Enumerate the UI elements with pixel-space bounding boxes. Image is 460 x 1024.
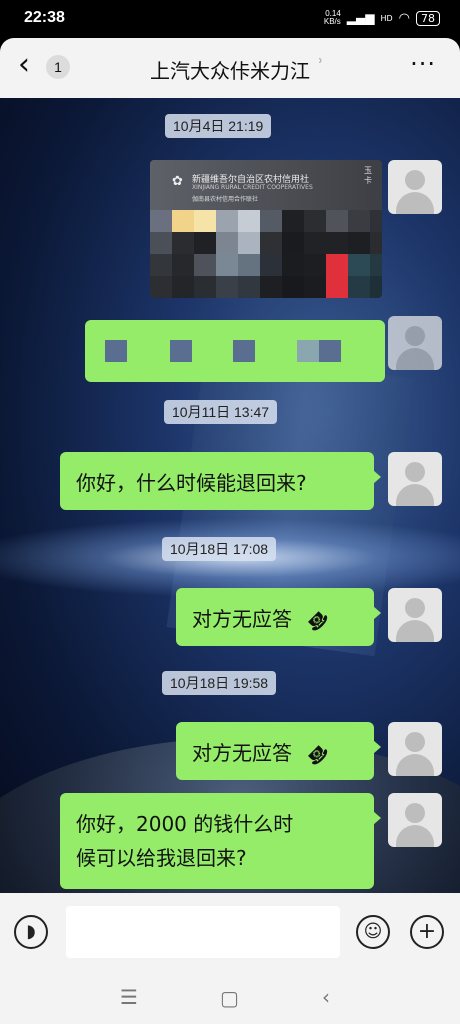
system-nav-bar: ☰ ▢ ‹: [0, 973, 460, 1024]
bank-logo-icon: ✿: [172, 174, 183, 189]
redaction-block: [233, 340, 255, 362]
redaction-block: [319, 340, 341, 362]
voice-icon[interactable]: ◗: [14, 915, 48, 949]
back-icon[interactable]: ‹: [322, 985, 330, 1009]
timestamp: 10月18日 17:08: [162, 537, 277, 561]
chat-header: ‹ 1 上汽大众佧米力江 ʾ ···: [0, 38, 460, 98]
message-text-line: 你好，2000 的钱什么时: [76, 812, 294, 836]
emoji-icon[interactable]: ☺: [356, 915, 390, 949]
timestamp: 10月11日 13:47: [164, 400, 278, 424]
redacted-message-bubble[interactable]: [85, 320, 385, 382]
timestamp: 10月18日 19:58: [162, 671, 277, 695]
card-side-text: 玉卡: [364, 166, 372, 185]
hd-label: HD: [380, 13, 393, 23]
card-bank-en: XINJIANG RURAL CREDIT COOPERATIVES: [192, 184, 313, 191]
call-status-text: 对方无应答: [192, 741, 292, 765]
message-text: 你好，什么时候能退回来?: [76, 471, 307, 495]
avatar[interactable]: [388, 160, 442, 214]
status-time: 22:38: [24, 9, 65, 26]
ear-icon: ʾ: [318, 56, 324, 77]
wifi-icon: ◠: [398, 10, 410, 26]
add-icon[interactable]: +: [410, 915, 444, 949]
status-bar: 22:38 0.14 KB/s ▂▄▆ HD ◠ 78: [0, 0, 460, 38]
avatar[interactable]: [388, 722, 442, 776]
message-text-line: 候可以给我退回来?: [76, 846, 247, 870]
redaction-block: [170, 340, 192, 362]
home-icon[interactable]: ▢: [220, 986, 239, 1010]
network-speed: 0.14 KB/s: [323, 9, 341, 26]
message-input[interactable]: [66, 906, 340, 958]
battery-indicator: 78: [416, 10, 440, 26]
card-branch: 伽南县农村信用合作联社: [192, 196, 259, 203]
message-bubble[interactable]: 你好，什么时候能退回来?: [60, 452, 381, 510]
input-bar: ◗ ☺ +: [0, 893, 460, 973]
bank-card-image[interactable]: ✿ 新疆维吾尔自治区农村信用社 XINJIANG RURAL CREDIT CO…: [150, 160, 382, 298]
phone-hangup-icon: ☎: [302, 739, 333, 770]
avatar[interactable]: [388, 588, 442, 642]
more-dots-icon[interactable]: ···: [410, 50, 436, 78]
phone-hangup-icon: ☎: [302, 605, 333, 636]
call-status-text: 对方无应答: [192, 607, 292, 631]
signal-icon: ▂▄▆: [346, 11, 375, 25]
chat-title: 上汽大众佧米力江: [150, 59, 310, 83]
avatar[interactable]: [388, 793, 442, 847]
call-bubble[interactable]: 对方无应答 ☎: [176, 588, 381, 646]
redaction-block: [297, 340, 319, 362]
call-bubble[interactable]: 对方无应答 ☎: [176, 722, 381, 780]
message-bubble[interactable]: 你好，2000 的钱什么时 候可以给我退回来?: [60, 793, 381, 889]
status-icons: 0.14 KB/s ▂▄▆ HD ◠ 78: [324, 10, 440, 26]
avatar[interactable]: [388, 316, 442, 370]
avatar[interactable]: [388, 452, 442, 506]
menu-icon[interactable]: ☰: [120, 985, 138, 1009]
chat-area[interactable]: 10月4日 21:19 ✿ 新疆维吾尔自治区农村信用社 XINJIANG RUR…: [0, 98, 460, 893]
timestamp: 10月4日 21:19: [165, 114, 272, 138]
redaction-block: [105, 340, 127, 362]
